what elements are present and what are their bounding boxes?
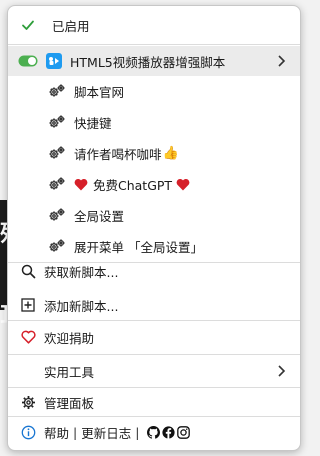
command-label: 请作者喝杯咖啡 [74, 146, 162, 162]
add-new-script-label: 添加新脚本... [44, 298, 119, 314]
command-label: 免费ChatGPT [93, 177, 173, 193]
script-command-shortcuts[interactable]: 快捷键 [8, 107, 300, 137]
get-new-script-label: 获取新脚本... [44, 264, 119, 280]
search-icon [20, 263, 36, 279]
chevron-right-icon [276, 54, 286, 68]
script-command-chatgpt[interactable]: 免费ChatGPT [8, 169, 300, 199]
dashboard-item[interactable]: 管理面板 [8, 387, 300, 417]
gear-icon [48, 83, 66, 99]
link-separator: | [135, 424, 140, 440]
command-label: 全局设置 [74, 208, 125, 224]
gear-icon [48, 145, 66, 161]
donate-label: 欢迎捐助 [44, 330, 95, 346]
divider [8, 354, 300, 355]
gear-icon [48, 176, 66, 192]
facebook-icon[interactable] [162, 425, 176, 439]
command-label: 脚本官网 [74, 84, 125, 100]
script-command-global-settings[interactable]: 全局设置 [8, 200, 300, 230]
link-separator: | [73, 424, 78, 440]
gear-icon [20, 394, 36, 410]
script-name: HTML5视频播放器增强脚本 [70, 54, 226, 70]
heart-icon [74, 178, 88, 191]
chevron-right-icon [276, 364, 286, 378]
thumbs-up-icon: 👍 [162, 145, 179, 161]
divider [8, 320, 300, 321]
script-item[interactable]: HTML5视频播放器增强脚本 [8, 46, 300, 76]
github-icon[interactable] [147, 425, 161, 439]
instagram-icon[interactable] [177, 425, 191, 439]
plus-square-icon [20, 297, 36, 313]
changelog-link[interactable]: 更新日志 [81, 423, 131, 442]
script-command-coffee[interactable]: 请作者喝杯咖啡 👍 [8, 138, 300, 168]
enabled-label: 已启用 [52, 18, 90, 34]
utilities-item[interactable]: 实用工具 [8, 356, 300, 386]
gear-icon [48, 238, 66, 254]
heart-icon [20, 329, 36, 345]
help-link[interactable]: 帮助 [44, 423, 69, 442]
gear-icon [48, 207, 66, 223]
divider [8, 44, 300, 45]
utilities-label: 实用工具 [44, 364, 95, 380]
donate-item[interactable]: 欢迎捐助 [8, 322, 300, 352]
script-icon [46, 53, 62, 69]
command-label: 展开菜单 「全局设置」 [74, 239, 203, 255]
enabled-item[interactable]: 已启用 [8, 10, 300, 40]
toggle-switch-icon[interactable] [18, 55, 38, 67]
gear-icon [48, 114, 66, 130]
get-new-script-item[interactable]: 获取新脚本... [8, 256, 300, 286]
dashboard-label: 管理面板 [44, 395, 95, 411]
footer-links: 帮助 | 更新日志 | [8, 417, 300, 447]
check-icon [20, 17, 36, 33]
script-command-website[interactable]: 脚本官网 [8, 76, 300, 106]
command-label: 快捷键 [74, 115, 112, 131]
userscript-manager-menu: 已启用 HTML5视频播放器增强脚本 脚本官网 快捷键 请作者喝杯咖啡 👍 免费… [7, 5, 301, 451]
heart-icon [176, 178, 190, 191]
info-icon [20, 424, 36, 440]
add-new-script-item[interactable]: 添加新脚本... [8, 290, 300, 320]
